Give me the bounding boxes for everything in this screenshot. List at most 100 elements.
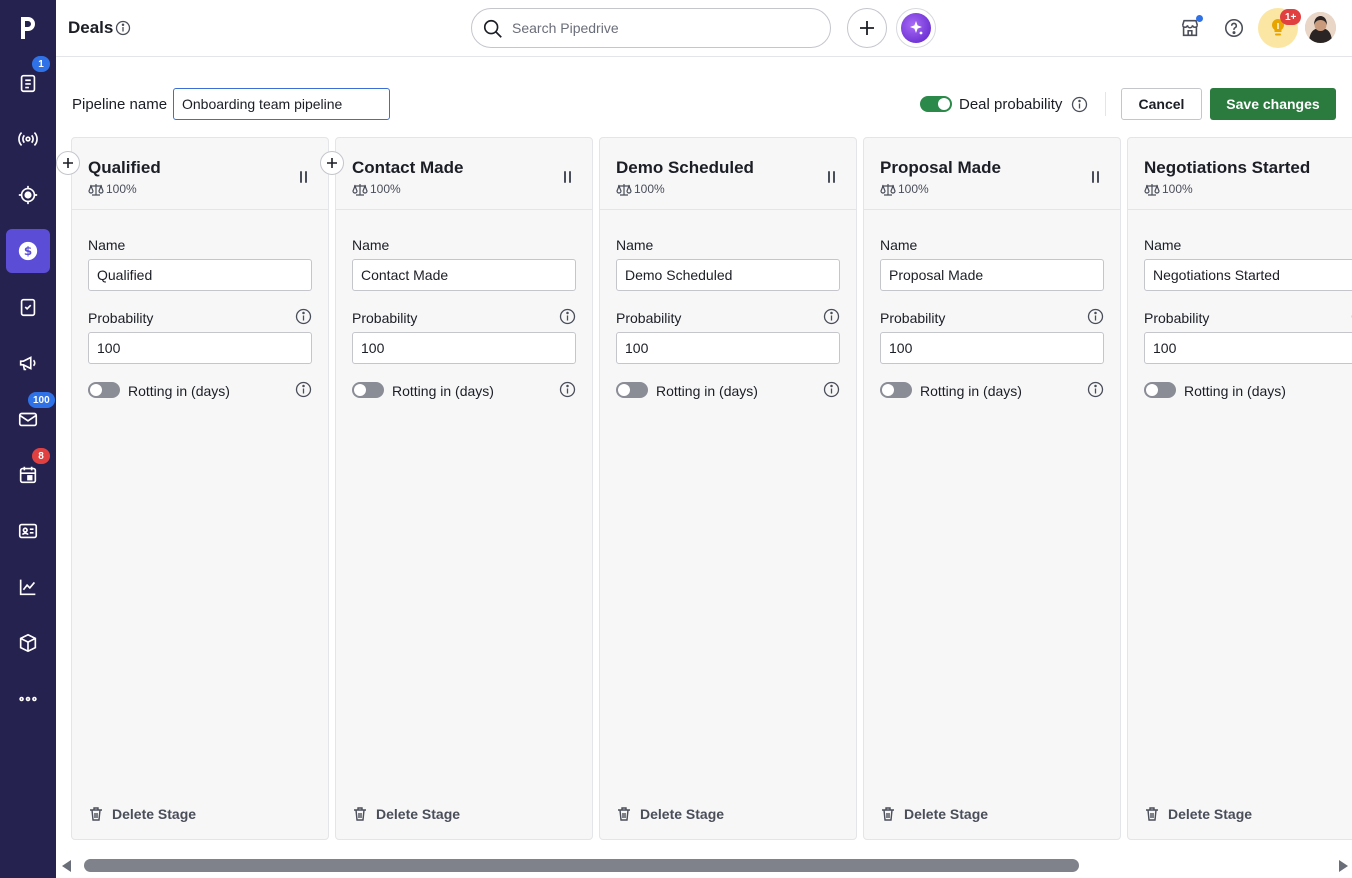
trash-icon [90, 807, 102, 821]
probability-label: Probability [1144, 310, 1210, 326]
stage-name-input[interactable] [352, 259, 576, 291]
name-label: Name [1144, 237, 1182, 253]
info-icon[interactable] [559, 308, 576, 325]
info-icon[interactable] [1071, 96, 1088, 113]
stage-probability: 100% [616, 182, 665, 196]
info-icon[interactable] [295, 308, 312, 325]
stage-header[interactable]: Demo Scheduled 100% [600, 138, 856, 210]
info-icon[interactable] [823, 308, 840, 325]
plus-icon [63, 158, 73, 168]
stage-header[interactable]: Qualified 100% [72, 138, 328, 210]
rotting-toggle[interactable] [88, 382, 120, 398]
rotting-toggle[interactable] [616, 382, 648, 398]
rotting-label: Rotting in (days) [392, 383, 494, 399]
info-icon[interactable] [115, 20, 131, 36]
delete-stage-button[interactable]: Delete Stage [352, 806, 460, 822]
probability-input[interactable] [880, 332, 1104, 364]
user-avatar[interactable] [1305, 12, 1336, 43]
page-title: Deals [68, 18, 114, 37]
rotting-toggle[interactable] [880, 382, 912, 398]
stage-column: Contact Made 100% Name Probability Rotti… [335, 137, 593, 840]
pipedrive-logo-icon[interactable] [0, 0, 56, 56]
info-icon[interactable] [823, 381, 840, 398]
pipeline-name-input[interactable] [173, 88, 390, 120]
search-box[interactable] [471, 8, 831, 48]
delete-stage-button[interactable]: Delete Stage [88, 806, 196, 822]
help-icon [1224, 18, 1244, 38]
drag-handle-icon[interactable] [1092, 171, 1100, 183]
quick-add-button[interactable] [847, 8, 887, 48]
stage-column: Demo Scheduled 100% Name Probability Rot… [599, 137, 857, 840]
rotting-toggle[interactable] [1144, 382, 1176, 398]
stage-header[interactable]: Contact Made 100% [336, 138, 592, 210]
search-icon [483, 19, 502, 38]
rotting-toggle[interactable] [352, 382, 384, 398]
rotting-label: Rotting in (days) [656, 383, 758, 399]
delete-stage-button[interactable]: Delete Stage [880, 806, 988, 822]
scroll-right-icon[interactable] [1339, 860, 1348, 872]
scroll-left-icon[interactable] [62, 860, 71, 872]
stage-title: Qualified [88, 158, 161, 177]
save-changes-button[interactable]: Save changes [1210, 88, 1336, 120]
probability-input[interactable] [1144, 332, 1352, 364]
probability-input[interactable] [352, 332, 576, 364]
drag-handle-icon[interactable] [828, 171, 836, 183]
drag-handle-icon[interactable] [300, 171, 308, 183]
cancel-button[interactable]: Cancel [1121, 88, 1202, 120]
name-label: Name [352, 237, 390, 253]
clipboard-list-icon [20, 74, 36, 93]
marketplace-dot [1196, 15, 1203, 22]
stage-column: Negotiations Started 100% Name Probabili… [1127, 137, 1352, 840]
stage-name-input[interactable] [880, 259, 1104, 291]
probability-label: Probability [352, 310, 418, 326]
help-button[interactable] [1220, 14, 1248, 42]
probability-input[interactable] [88, 332, 312, 364]
name-label: Name [88, 237, 126, 253]
deal-probability-toggle[interactable] [920, 96, 952, 112]
top-bar: Deals 1+ [56, 0, 1352, 57]
info-icon[interactable] [559, 381, 576, 398]
probability-label: Probability [88, 310, 154, 326]
horizontal-scrollbar[interactable] [56, 853, 1352, 878]
search-input[interactable] [512, 17, 812, 39]
sidebar-item-leads[interactable]: 1 [6, 56, 50, 105]
add-stage-button[interactable] [320, 151, 344, 175]
stage-name-input[interactable] [1144, 259, 1352, 291]
stage-probability-value: 100% [1162, 182, 1193, 196]
trash-icon [618, 807, 630, 821]
scrollbar-thumb[interactable] [84, 859, 1079, 872]
probability-input[interactable] [616, 332, 840, 364]
divider [1105, 92, 1106, 116]
stage-header[interactable]: Proposal Made 100% [864, 138, 1120, 210]
stage-probability: 100% [88, 182, 137, 196]
stage-title: Negotiations Started [1144, 158, 1311, 177]
delete-stage-label: Delete Stage [904, 806, 989, 822]
info-icon[interactable] [1087, 381, 1104, 398]
stage-header[interactable]: Negotiations Started 100% [1128, 138, 1352, 210]
delete-stage-label: Delete Stage [1168, 806, 1253, 822]
sparkle-icon [901, 13, 931, 43]
add-stage-button[interactable] [56, 151, 80, 175]
drag-handle-icon[interactable] [564, 171, 572, 183]
ai-assistant-button[interactable] [896, 8, 936, 48]
stage-name-input[interactable] [616, 259, 840, 291]
info-icon[interactable] [1087, 308, 1104, 325]
scale-icon [352, 183, 368, 196]
stage-name-input[interactable] [88, 259, 312, 291]
delete-stage-button[interactable]: Delete Stage [616, 806, 724, 822]
info-icon[interactable] [295, 381, 312, 398]
stage-probability: 100% [1144, 182, 1193, 196]
stage-probability-value: 100% [370, 182, 401, 196]
stage-title: Proposal Made [880, 158, 1001, 177]
scale-icon [616, 183, 632, 196]
rotting-label: Rotting in (days) [1184, 383, 1286, 399]
stages-board: Qualified 100% Name Probability Rotting … [0, 137, 1352, 840]
stage-probability-value: 100% [898, 182, 929, 196]
stage-column: Proposal Made 100% Name Probability Rott… [863, 137, 1121, 840]
scale-icon [1144, 183, 1160, 196]
plus-icon [860, 21, 874, 35]
stage-title: Demo Scheduled [616, 158, 754, 177]
delete-stage-button[interactable]: Delete Stage [1144, 806, 1252, 822]
name-label: Name [616, 237, 654, 253]
notifications-badge: 1+ [1280, 9, 1302, 25]
